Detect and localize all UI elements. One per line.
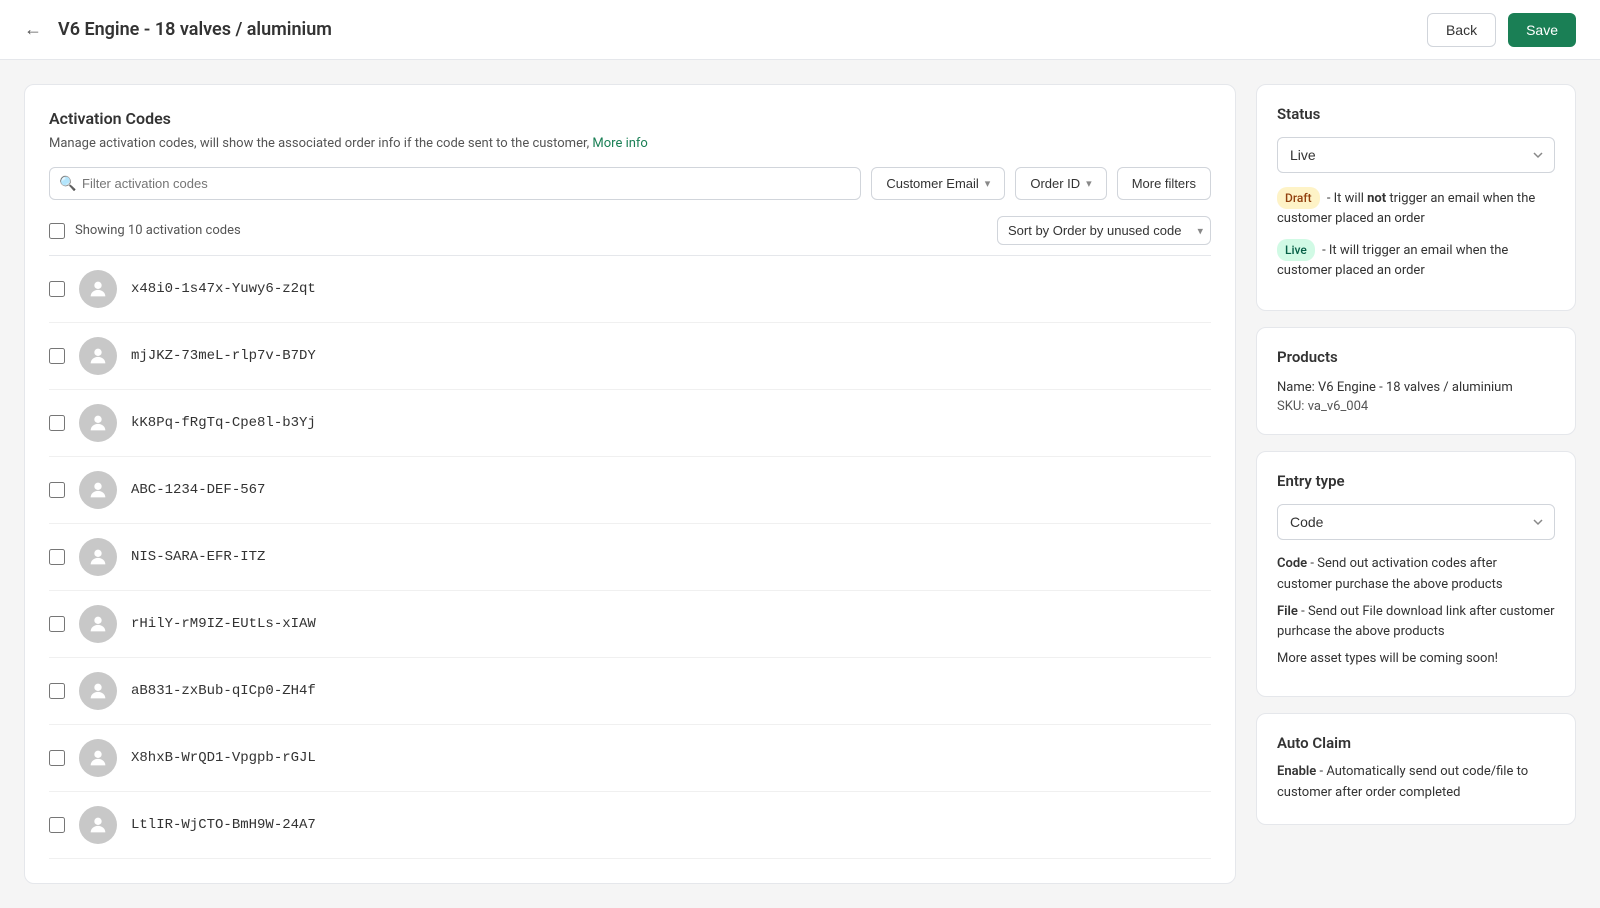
code-text: LtlIR-WjCTO-BmH9W-24A7 bbox=[131, 817, 316, 833]
search-input[interactable] bbox=[49, 167, 861, 200]
back-button[interactable]: Back bbox=[1427, 13, 1496, 47]
avatar bbox=[79, 404, 117, 442]
avatar bbox=[79, 538, 117, 576]
live-badge: Live bbox=[1277, 239, 1315, 261]
back-arrow-button[interactable]: ← bbox=[24, 19, 42, 40]
row-checkbox[interactable] bbox=[49, 817, 65, 833]
code-list: x48i0-1s47x-Yuwy6-z2qt mjJKZ-73meL-rlp7v… bbox=[49, 255, 1211, 859]
order-id-filter[interactable]: Order ID ▾ bbox=[1015, 167, 1106, 200]
entry-type-title: Entry type bbox=[1277, 472, 1555, 490]
row-checkbox[interactable] bbox=[49, 348, 65, 364]
code-text: kK8Pq-fRgTq-Cpe8l-b3Yj bbox=[131, 415, 316, 431]
code-row: mjJKZ-73meL-rlp7v-B7DY bbox=[49, 323, 1211, 390]
status-card: Status Live Draft Draft - It will not tr… bbox=[1256, 84, 1576, 311]
section-description: Manage activation codes, will show the a… bbox=[49, 136, 1211, 151]
code-row: ABC-1234-DEF-567 bbox=[49, 457, 1211, 524]
right-panel: Status Live Draft Draft - It will not tr… bbox=[1256, 84, 1576, 884]
page-title: V6 Engine - 18 valves / aluminium bbox=[58, 19, 1427, 40]
row-checkbox[interactable] bbox=[49, 750, 65, 766]
avatar bbox=[79, 672, 117, 710]
products-card: Products Name: V6 Engine - 18 valves / a… bbox=[1256, 327, 1576, 435]
auto-claim-card: Auto Claim Enable - Automatically send o… bbox=[1256, 713, 1576, 825]
row-checkbox[interactable] bbox=[49, 415, 65, 431]
status-select[interactable]: Live Draft bbox=[1277, 137, 1555, 173]
avatar bbox=[79, 471, 117, 509]
code-row: x48i0-1s47x-Yuwy6-z2qt bbox=[49, 256, 1211, 323]
code-text: mjJKZ-73meL-rlp7v-B7DY bbox=[131, 348, 316, 364]
file-desc: File - Send out File download link after… bbox=[1277, 602, 1555, 644]
sort-select[interactable]: Sort by Order by unused code bbox=[997, 216, 1211, 245]
live-info: Live - It will trigger an email when the… bbox=[1277, 239, 1555, 281]
left-panel: Activation Codes Manage activation codes… bbox=[24, 84, 1236, 884]
header-actions: Back Save bbox=[1427, 13, 1576, 47]
avatar bbox=[79, 605, 117, 643]
coming-soon-text: More asset types will be coming soon! bbox=[1277, 649, 1555, 670]
code-text: x48i0-1s47x-Yuwy6-z2qt bbox=[131, 281, 316, 297]
select-all-checkbox[interactable] bbox=[49, 223, 65, 239]
row-checkbox[interactable] bbox=[49, 549, 65, 565]
code-row: NIS-SARA-EFR-ITZ bbox=[49, 524, 1211, 591]
search-wrapper: 🔍 bbox=[49, 167, 861, 200]
avatar bbox=[79, 806, 117, 844]
products-title: Products bbox=[1277, 348, 1555, 366]
status-title: Status bbox=[1277, 105, 1555, 123]
product-sku: SKU: va_v6_004 bbox=[1277, 399, 1555, 414]
draft-info: Draft - It will not trigger an email whe… bbox=[1277, 187, 1555, 229]
code-row: kK8Pq-fRgTq-Cpe8l-b3Yj bbox=[49, 390, 1211, 457]
customer-email-filter[interactable]: Customer Email ▾ bbox=[871, 167, 1005, 200]
showing-count: Showing 10 activation codes bbox=[75, 223, 241, 238]
code-text: NIS-SARA-EFR-ITZ bbox=[131, 549, 265, 565]
code-desc: Code - Send out activation codes after c… bbox=[1277, 554, 1555, 596]
code-row: rHilY-rM9IZ-EUtLs-xIAW bbox=[49, 591, 1211, 658]
row-checkbox[interactable] bbox=[49, 281, 65, 297]
draft-badge: Draft bbox=[1277, 187, 1320, 209]
sort-wrapper: Sort by Order by unused code ▾ bbox=[997, 216, 1211, 245]
chevron-down-icon: ▾ bbox=[985, 177, 991, 190]
save-button[interactable]: Save bbox=[1508, 13, 1576, 47]
auto-claim-title: Auto Claim bbox=[1277, 734, 1555, 752]
avatar bbox=[79, 270, 117, 308]
auto-claim-desc: Enable - Automatically send out code/fil… bbox=[1277, 762, 1555, 804]
code-row: aB831-zxBub-qICp0-ZH4f bbox=[49, 658, 1211, 725]
entry-type-select[interactable]: Code File bbox=[1277, 504, 1555, 540]
entry-type-card: Entry type Code File Code - Send out act… bbox=[1256, 451, 1576, 697]
code-row: X8hxB-WrQD1-Vpgpb-rGJL bbox=[49, 725, 1211, 792]
row-checkbox[interactable] bbox=[49, 683, 65, 699]
code-text: ABC-1234-DEF-567 bbox=[131, 482, 265, 498]
code-text: X8hxB-WrQD1-Vpgpb-rGJL bbox=[131, 750, 316, 766]
avatar bbox=[79, 337, 117, 375]
search-icon: 🔍 bbox=[59, 176, 76, 192]
app-header: ← V6 Engine - 18 valves / aluminium Back… bbox=[0, 0, 1600, 60]
product-name: Name: V6 Engine - 18 valves / aluminium bbox=[1277, 380, 1555, 395]
main-layout: Activation Codes Manage activation codes… bbox=[0, 60, 1600, 908]
code-text: aB831-zxBub-qICp0-ZH4f bbox=[131, 683, 316, 699]
row-checkbox[interactable] bbox=[49, 616, 65, 632]
filter-bar: 🔍 Customer Email ▾ Order ID ▾ More filte… bbox=[49, 167, 1211, 200]
avatar bbox=[79, 739, 117, 777]
chevron-down-icon: ▾ bbox=[1086, 177, 1092, 190]
more-info-link[interactable]: More info bbox=[592, 136, 647, 151]
more-filters-button[interactable]: More filters bbox=[1117, 167, 1211, 200]
activation-codes-title: Activation Codes bbox=[49, 109, 1211, 128]
list-header: Showing 10 activation codes Sort by Orde… bbox=[49, 216, 1211, 245]
code-text: rHilY-rM9IZ-EUtLs-xIAW bbox=[131, 616, 316, 632]
code-row: LtlIR-WjCTO-BmH9W-24A7 bbox=[49, 792, 1211, 859]
row-checkbox[interactable] bbox=[49, 482, 65, 498]
